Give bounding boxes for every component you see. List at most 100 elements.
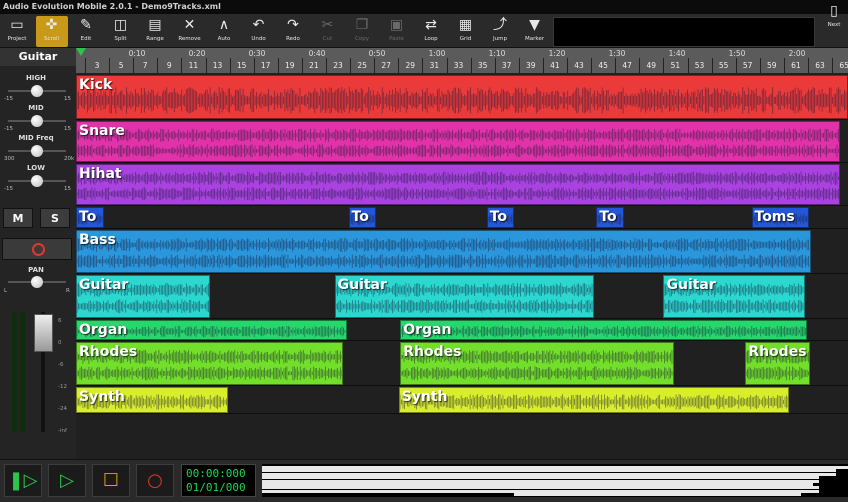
level-meter-left — [12, 312, 17, 432]
eq-0-label: HIGH — [25, 74, 47, 82]
ruler-tick — [398, 58, 400, 74]
mute-button[interactable]: M — [3, 208, 33, 228]
ruler-bar-number: 21 — [309, 61, 319, 70]
audio-clip[interactable]: To — [486, 207, 515, 228]
toolbar-cut-button[interactable]: ✂ Cut — [312, 16, 344, 47]
audio-clip[interactable]: Guitar — [76, 275, 210, 318]
toolbar-edit-button[interactable]: ✎ Edit — [70, 16, 102, 47]
audio-clip[interactable]: Organ — [76, 320, 347, 340]
ruler-bar-number: 63 — [815, 61, 825, 70]
track-lanes[interactable]: Kick Snare Hihat To To To To Toms Bass Guitar Guit… — [76, 74, 848, 459]
track-lane-organ[interactable]: Organ Organ — [76, 319, 848, 341]
ruler-tick — [133, 58, 135, 74]
track-lane-guitar[interactable]: Guitar Guitar Guitar — [76, 274, 848, 319]
ruler-time-label: 0:20 — [188, 49, 206, 58]
ruler-tick — [350, 58, 352, 74]
audio-clip[interactable]: Snare — [76, 121, 841, 162]
timeline-ruler[interactable]: 0:10 0:20 0:30 0:40 0:50 1:00 1:10 1:20 1:30 1:40… — [76, 48, 848, 74]
eq-1-knob[interactable] — [31, 115, 43, 127]
toolbar-range-button[interactable]: ▤ Range — [139, 16, 171, 47]
song-overview[interactable] — [262, 464, 848, 497]
audio-clip[interactable]: Bass — [76, 230, 811, 273]
toolbar-project-button[interactable]: ▭ Project — [1, 16, 33, 47]
volume-fader-handle[interactable] — [34, 314, 53, 352]
toolbar-auto-button[interactable]: ∧ Auto — [208, 16, 240, 47]
audio-clip[interactable]: Kick — [76, 75, 848, 119]
cut-icon: ✂ — [321, 17, 334, 33]
audio-clip[interactable]: Rhodes — [400, 342, 674, 385]
play-from-start-button[interactable]: ❚▷ — [4, 464, 42, 497]
track-lane-synth[interactable]: Synth Synth — [76, 386, 848, 414]
toolbar-scroll-button[interactable]: ✜ Scroll — [35, 16, 68, 47]
ruler-bar-number: 53 — [694, 61, 705, 70]
audio-clip[interactable]: To — [76, 207, 104, 228]
ruler-tick — [85, 58, 86, 74]
audio-clip[interactable]: Synth — [398, 387, 790, 413]
ruler-bar-number: 43 — [574, 61, 584, 70]
toolbar-label: Marker — [524, 36, 544, 42]
audio-clip[interactable]: Rhodes — [76, 342, 344, 385]
track-lane-snare[interactable]: Snare — [76, 120, 848, 163]
stop-button[interactable]: ☐ — [92, 464, 130, 497]
audio-clip[interactable]: Guitar — [663, 275, 805, 318]
ruler-tick — [808, 58, 809, 74]
ruler-tick — [591, 58, 593, 74]
selected-track-name[interactable]: Guitar — [0, 48, 76, 66]
ruler-time-label: 0:40 — [308, 49, 326, 58]
audio-clip[interactable]: Synth — [76, 387, 229, 413]
audio-clip[interactable]: Hihat — [76, 164, 841, 205]
eq-0-knob[interactable] — [31, 85, 43, 97]
clip-label: Snare — [79, 123, 125, 139]
audio-clip[interactable]: Guitar — [334, 275, 594, 318]
range-icon: ▤ — [148, 17, 162, 33]
track-lane-kick[interactable]: Kick — [76, 74, 848, 120]
playhead-marker[interactable] — [76, 48, 86, 56]
audio-clip[interactable]: Organ — [400, 320, 808, 340]
ruler-tick — [542, 58, 544, 74]
loop-icon: ⇄ — [425, 17, 437, 33]
next-button[interactable]: ▯ Next — [818, 2, 848, 33]
ruler-tick — [663, 58, 665, 74]
toolbar-jump-button[interactable]: ⤴ Jump — [484, 16, 516, 47]
toolbar-undo-button[interactable]: ↶ Undo — [243, 16, 275, 47]
ruler-bar-number: 41 — [550, 61, 560, 70]
eq-0-min-label: -15 — [4, 96, 13, 102]
fader-scale-label: -24 — [58, 406, 67, 412]
toolbar-redo-button[interactable]: ↷ Redo — [277, 16, 309, 47]
record-arm-button[interactable] — [2, 238, 72, 260]
track-lane-hihat[interactable]: Hihat — [76, 163, 848, 206]
track-lane-rhodes[interactable]: Rhodes Rhodes Rhodes — [76, 341, 848, 386]
toolbar-split-button[interactable]: ◫ Split — [105, 16, 137, 47]
toolbar-grid-button[interactable]: ▦ Grid — [450, 16, 482, 47]
pan-knob[interactable] — [31, 276, 43, 288]
ruler-bar-number: 23 — [333, 61, 343, 70]
solo-button[interactable]: S — [40, 208, 70, 228]
ruler-bar-number: 3 — [94, 61, 100, 70]
volume-fader-area: 6 0 -6 -12 -24 -inf — [0, 298, 76, 459]
track-lane-bass[interactable]: Bass — [76, 229, 848, 274]
toolbar-marker-button[interactable]: ▼ Marker — [519, 16, 551, 47]
toolbar-remove-button[interactable]: ✕ Remove — [174, 16, 206, 47]
record-button[interactable]: ○ — [136, 464, 174, 497]
toolbar-label: Range — [146, 36, 164, 42]
date-readout: 01/01/000 — [186, 481, 246, 494]
audio-clip[interactable]: To — [348, 207, 377, 228]
play-button[interactable]: ▷ — [48, 464, 86, 497]
audio-clip[interactable]: To — [596, 207, 625, 228]
eq-2-knob[interactable] — [31, 145, 43, 157]
record-arm-icon — [32, 243, 45, 256]
fader-scale-label: 0 — [58, 340, 62, 346]
track-lane-toms[interactable]: To To To To Toms — [76, 206, 848, 229]
toolbar-label: Split — [114, 36, 127, 42]
toolbar-copy-button[interactable]: ❐ Copy — [346, 16, 378, 47]
audio-clip[interactable]: Toms — [751, 207, 810, 228]
eq-3-knob[interactable] — [31, 175, 43, 187]
ruler-bar-number: 31 — [429, 61, 440, 70]
ruler-tick — [567, 58, 568, 74]
toolbar-paste-button[interactable]: ▣ Paste — [381, 16, 413, 47]
toolbar-loop-button[interactable]: ⇄ Loop — [415, 16, 447, 47]
eq-3-max-label: 15 — [64, 186, 71, 192]
ruler-bar-number: 17 — [260, 61, 271, 70]
ruler-tick — [639, 58, 641, 74]
audio-clip[interactable]: Rhodes — [745, 342, 811, 385]
